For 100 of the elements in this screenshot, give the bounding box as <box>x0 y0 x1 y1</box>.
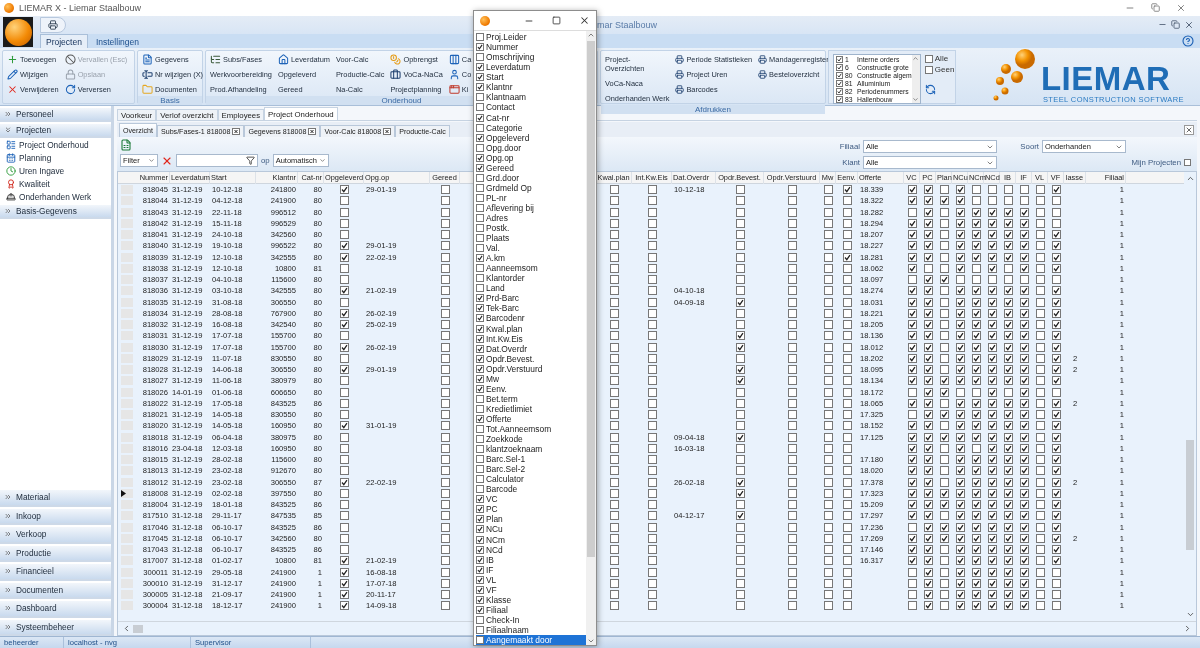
column-option[interactable]: Barcodenr <box>476 313 586 324</box>
column-option[interactable]: klantzoeknaam <box>476 444 586 455</box>
close-icon[interactable] <box>308 128 317 135</box>
column-option[interactable]: Proj.Leider <box>476 32 586 43</box>
column-option[interactable]: Klasse <box>476 594 586 605</box>
close-icon <box>1185 125 1193 134</box>
column-option[interactable]: Prd-Barc <box>476 293 586 304</box>
nav-group-header[interactable]: Systeembeheer <box>0 619 111 636</box>
close-icon[interactable] <box>383 128 392 135</box>
refresh-icon <box>924 84 936 95</box>
column-option[interactable]: Eenv. <box>476 383 586 394</box>
column-option[interactable]: Opg.door <box>476 142 586 153</box>
nav-group-header[interactable]: Dashboard <box>0 601 111 618</box>
column-option[interactable]: Adres <box>476 213 586 224</box>
column-option[interactable]: IF <box>476 564 586 575</box>
column-option[interactable]: Bet.term <box>476 393 586 404</box>
column-option[interactable]: IB <box>476 554 586 565</box>
column-option[interactable]: Dat.Overdr <box>476 343 586 354</box>
column-option[interactable]: Gereed <box>476 162 586 173</box>
column-option[interactable]: Cat-nr <box>476 112 586 123</box>
column-option[interactable]: NCm <box>476 534 586 545</box>
print-button[interactable] <box>40 17 66 33</box>
column-option[interactable]: Plan <box>476 514 586 525</box>
column-option[interactable]: PL-nr <box>476 192 586 203</box>
nav-group-header[interactable]: Personeel <box>0 108 111 122</box>
scrollbar[interactable] <box>911 55 920 103</box>
nav-group-header[interactable]: Verkoop <box>0 527 111 544</box>
filter-field[interactable] <box>176 154 258 167</box>
column-option[interactable]: Calculator <box>476 474 586 485</box>
restore-icon <box>1171 20 1180 29</box>
nav-group-header[interactable]: Financieel <box>0 564 111 581</box>
column-option[interactable]: Klantorder <box>476 273 586 284</box>
column-option[interactable]: VC <box>476 494 586 505</box>
column-option[interactable]: Nummer <box>476 42 586 53</box>
nav-group-header[interactable]: Materiaal <box>0 490 111 507</box>
option-checkbox[interactable]: Geen <box>924 65 955 74</box>
column-option[interactable]: Kwal.plan <box>476 323 586 334</box>
row-header[interactable] <box>121 488 133 498</box>
column-option[interactable]: Leverdatum <box>476 62 586 73</box>
ribbon-tab[interactable]: Instellingen <box>89 34 145 48</box>
column-option[interactable]: A.km <box>476 253 586 264</box>
close-icon[interactable] <box>232 128 241 135</box>
column-option[interactable]: VF <box>476 584 586 595</box>
nav-group-header[interactable]: Projecten <box>0 124 111 138</box>
column-option[interactable]: Opdr.Verstuurd <box>476 363 586 374</box>
scroll-thumb[interactable] <box>1186 440 1194 550</box>
column-option[interactable]: Barc.Sel-1 <box>476 454 586 465</box>
column-option[interactable]: Grdmeld Op <box>476 182 586 193</box>
column-option[interactable]: Klantnr <box>476 82 586 93</box>
column-option[interactable]: Grd.door <box>476 172 586 183</box>
column-option[interactable]: PC <box>476 504 586 515</box>
column-option[interactable]: Aflevering bij <box>476 202 586 213</box>
up-icon <box>912 55 920 62</box>
column-option[interactable]: Filiaalnaam <box>476 624 586 635</box>
nav-group-header[interactable]: Inkoop <box>0 508 111 525</box>
column-option[interactable]: NCd <box>476 544 586 555</box>
nav-item[interactable]: Planning <box>0 151 111 164</box>
scroll-thumb[interactable] <box>587 41 595 557</box>
column-option[interactable]: Opg.op <box>476 152 586 163</box>
column-option[interactable]: NCu <box>476 524 586 535</box>
nav-group-header[interactable]: Basis-Gegevens <box>0 205 111 219</box>
column-option[interactable]: Start <box>476 72 586 83</box>
column-option[interactable]: Check-In <box>476 614 586 625</box>
column-option[interactable]: Tot.Aanneemsom <box>476 423 586 434</box>
nav-item[interactable]: Uren Ingave <box>0 164 111 177</box>
column-option[interactable]: Mw <box>476 373 586 384</box>
column-option[interactable]: Categorie <box>476 122 586 133</box>
nav-item[interactable]: Onderhanden Werk <box>0 190 111 203</box>
column-option[interactable]: Int.Kw.Eis <box>476 333 586 344</box>
app-orb[interactable] <box>3 17 33 47</box>
option-checkbox[interactable]: Alle <box>924 54 955 63</box>
column-option[interactable]: Val. <box>476 243 586 254</box>
column-option[interactable]: Land <box>476 283 586 294</box>
nav-item[interactable]: Kwaliteit <box>0 177 111 190</box>
column-option[interactable]: Omschrijving <box>476 52 586 63</box>
double-chevron-icon <box>4 511 12 520</box>
scrollbar[interactable] <box>586 31 596 645</box>
close-button[interactable] <box>1184 124 1194 135</box>
column-option[interactable]: Aangemaakt door <box>476 634 586 645</box>
column-option[interactable]: Opgeleverd <box>476 132 586 143</box>
column-option[interactable]: Barc.Sel-2 <box>476 464 586 475</box>
document-icon <box>142 54 153 65</box>
column-option[interactable]: Offerte <box>476 413 586 424</box>
column-option[interactable]: Kredietlimiet <box>476 403 586 414</box>
column-option[interactable]: Barcode <box>476 484 586 495</box>
printer-icon <box>758 55 768 64</box>
column-option[interactable]: Contact <box>476 102 586 113</box>
column-option[interactable]: Filiaal <box>476 604 586 615</box>
scroll-thumb[interactable] <box>133 624 143 633</box>
column-option[interactable]: Zoekkode <box>476 434 586 445</box>
nav-group-header[interactable]: Documenten <box>0 582 111 599</box>
ribbon-tab[interactable]: Projecten <box>40 34 88 48</box>
column-option[interactable]: Tek-Barc <box>476 303 586 314</box>
column-option[interactable]: Plaats <box>476 233 586 244</box>
nav-item[interactable]: Project Onderhoud <box>0 138 111 151</box>
column-option[interactable]: Opdr.Bevest. <box>476 353 586 364</box>
column-option[interactable]: Postk. <box>476 223 586 234</box>
column-option[interactable]: VL <box>476 574 586 585</box>
column-option[interactable]: Aanneemsom <box>476 263 586 274</box>
nav-group-header[interactable]: Productie <box>0 545 111 562</box>
